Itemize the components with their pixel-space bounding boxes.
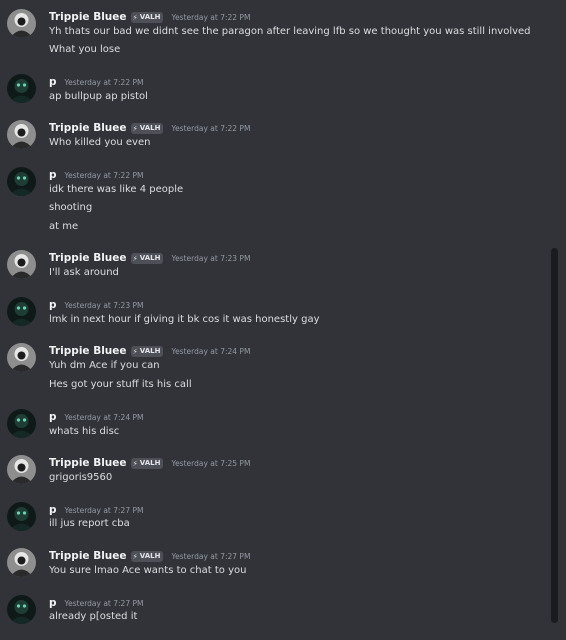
message-timestamp[interactable]: Yesterday at 7:24 PM	[65, 413, 144, 422]
avatar[interactable]	[7, 167, 36, 196]
lightning-bolt-icon: ⚡	[132, 346, 138, 356]
message-content: shooting	[49, 202, 93, 213]
message-content: lmk in next hour if giving it bk cos it …	[49, 314, 320, 325]
lightning-bolt-icon: ⚡	[132, 458, 138, 468]
message-author[interactable]: Trippie Bluee	[49, 11, 127, 23]
message-content: idk there was like 4 people	[49, 184, 184, 195]
message-author[interactable]: Trippie Bluee	[49, 345, 127, 357]
avatar[interactable]	[7, 74, 36, 103]
chat-messages: Trippie Bluee ⚡ VALH Yesterday at 7:22 P…	[0, 0, 566, 640]
lightning-bolt-icon: ⚡	[132, 551, 138, 561]
badge-label: VALH	[139, 13, 161, 21]
role-badge[interactable]: ⚡ VALH	[130, 122, 164, 134]
lightning-bolt-icon: ⚡	[132, 123, 138, 133]
message-content: at me	[49, 221, 79, 232]
badge-label: VALH	[139, 552, 161, 560]
message-timestamp[interactable]: Yesterday at 7:27 PM	[65, 506, 144, 515]
avatar[interactable]	[7, 343, 36, 372]
message-author[interactable]: Trippie Bluee	[49, 122, 127, 134]
badge-label: VALH	[139, 124, 161, 132]
message-timestamp[interactable]: Yesterday at 7:27 PM	[171, 552, 250, 561]
message-author[interactable]: p	[49, 411, 57, 423]
message-content: Yuh dm Ace if you can	[49, 360, 160, 371]
message-content: What you lose	[49, 44, 121, 55]
message-content: ap bullpup ap pistol	[49, 91, 148, 102]
message-timestamp[interactable]: Yesterday at 7:23 PM	[171, 254, 250, 263]
scrollbar-thumb[interactable]	[551, 248, 558, 623]
avatar[interactable]	[7, 455, 36, 484]
avatar[interactable]	[7, 120, 36, 149]
message-content: already p[osted it	[49, 611, 138, 622]
message-content: whats his disc	[49, 426, 120, 437]
role-badge[interactable]: ⚡ VALH	[130, 252, 164, 264]
message-timestamp[interactable]: Yesterday at 7:24 PM	[171, 347, 250, 356]
message-author[interactable]: Trippie Bluee	[49, 550, 127, 562]
badge-label: VALH	[139, 459, 161, 467]
message-timestamp[interactable]: Yesterday at 7:27 PM	[65, 599, 144, 608]
avatar[interactable]	[7, 409, 36, 438]
lightning-bolt-icon: ⚡	[132, 12, 138, 22]
badge-label: VALH	[139, 347, 161, 355]
message-content: I'll ask around	[49, 267, 119, 278]
message-content: ill jus report cba	[49, 518, 130, 529]
role-badge[interactable]: ⚡ VALH	[130, 11, 164, 23]
avatar[interactable]	[7, 595, 36, 624]
role-badge[interactable]: ⚡ VALH	[130, 550, 164, 562]
message-timestamp[interactable]: Yesterday at 7:22 PM	[171, 124, 250, 133]
message-timestamp[interactable]: Yesterday at 7:22 PM	[65, 171, 144, 180]
message-content: Who killed you even	[49, 137, 151, 148]
avatar[interactable]	[7, 250, 36, 279]
message-timestamp[interactable]: Yesterday at 7:25 PM	[171, 459, 250, 468]
avatar[interactable]	[7, 548, 36, 577]
badge-label: VALH	[139, 254, 161, 262]
message-content: Hes got your stuff its his call	[49, 379, 192, 390]
message-author[interactable]: Trippie Bluee	[49, 457, 127, 469]
message-author[interactable]: p	[49, 76, 57, 88]
message-author[interactable]: p	[49, 504, 57, 516]
role-badge[interactable]: ⚡ VALH	[130, 457, 164, 469]
message-author[interactable]: p	[49, 169, 57, 181]
message-timestamp[interactable]: Yesterday at 7:22 PM	[65, 78, 144, 87]
avatar[interactable]	[7, 297, 36, 326]
role-badge[interactable]: ⚡ VALH	[130, 345, 164, 357]
message-author[interactable]: p	[49, 299, 57, 311]
message-timestamp[interactable]: Yesterday at 7:23 PM	[65, 301, 144, 310]
message-content: grigoris9560	[49, 472, 113, 483]
avatar[interactable]	[7, 502, 36, 531]
avatar[interactable]	[7, 9, 36, 38]
message-content: Yh thats our bad we didnt see the parago…	[49, 26, 531, 37]
message-author[interactable]: p	[49, 597, 57, 609]
message-timestamp[interactable]: Yesterday at 7:22 PM	[171, 13, 250, 22]
lightning-bolt-icon: ⚡	[132, 253, 138, 263]
message-content: You sure lmao Ace wants to chat to you	[49, 565, 247, 576]
message-author[interactable]: Trippie Bluee	[49, 252, 127, 264]
